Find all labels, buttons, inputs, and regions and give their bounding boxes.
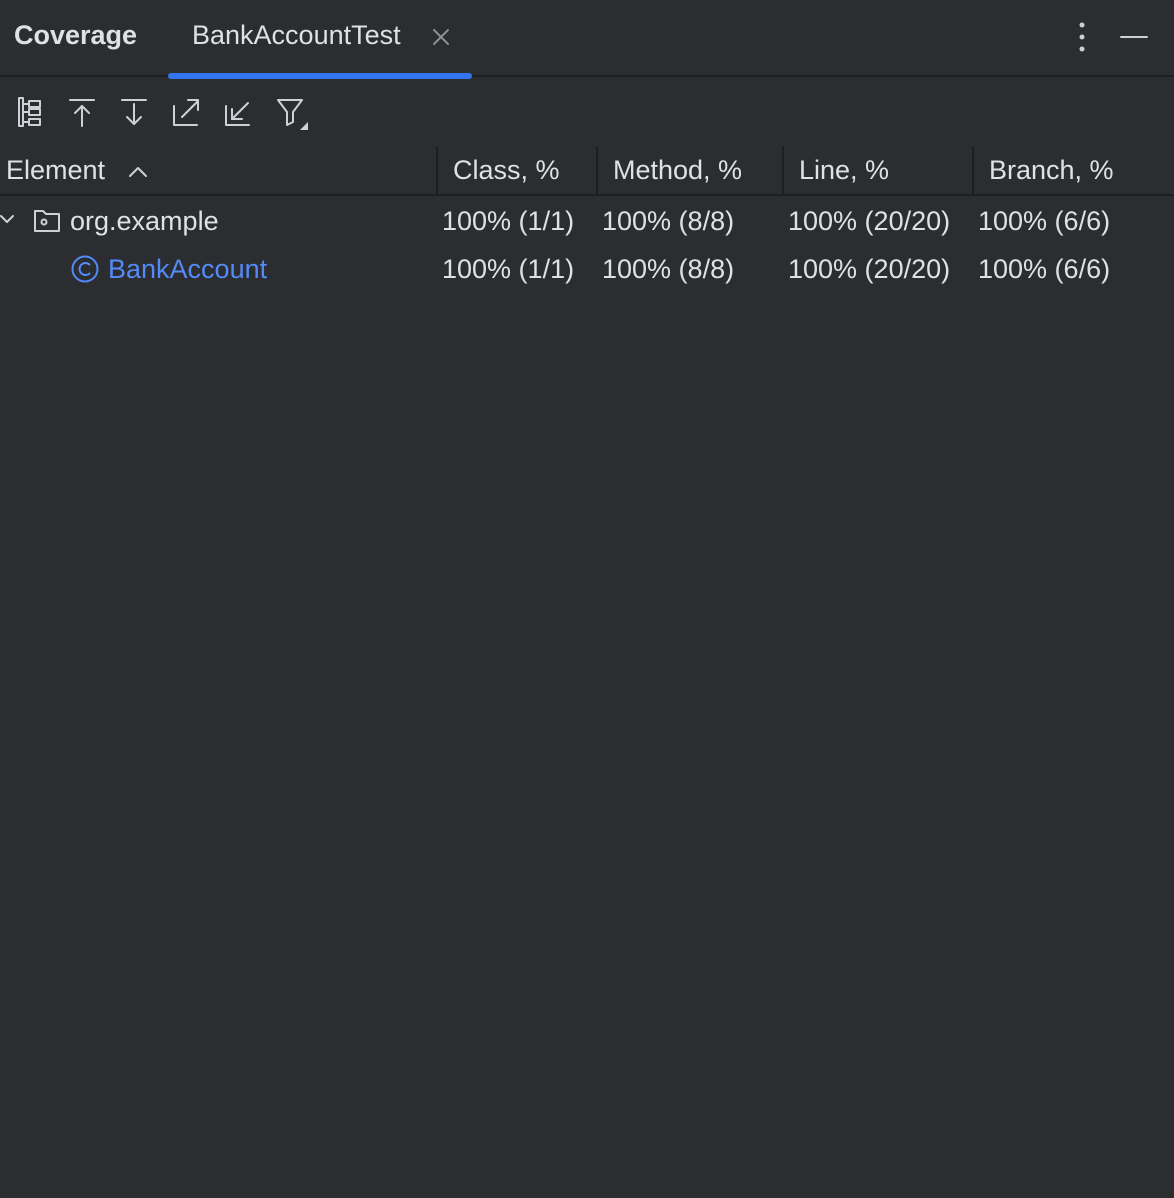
row-line-coverage: 100% (20/20)	[788, 254, 951, 284]
filter-icon[interactable]	[272, 92, 312, 132]
coverage-toolbar	[0, 88, 1174, 136]
row-element-name: org.example	[70, 206, 219, 236]
coverage-tool-window: Coverage BankAccountTest Element Class, …	[0, 0, 1174, 1198]
row-element-name[interactable]: BankAccount	[108, 245, 267, 293]
close-icon[interactable]	[430, 26, 452, 48]
column-header-label: Method, %	[613, 155, 743, 185]
column-header-element[interactable]: Element	[0, 146, 437, 194]
flatten-packages-icon[interactable]	[10, 92, 50, 132]
row-method-coverage: 100% (8/8)	[602, 206, 735, 236]
column-header-class[interactable]: Class, %	[436, 146, 597, 194]
row-class-coverage: 100% (1/1)	[442, 254, 575, 284]
row-class-coverage: 100% (1/1)	[442, 206, 575, 236]
more-options-icon[interactable]	[1068, 20, 1096, 54]
class-icon	[70, 245, 100, 293]
sort-ascending-icon	[127, 165, 149, 179]
column-header-label: Class, %	[453, 155, 560, 185]
minimize-icon[interactable]	[1118, 22, 1150, 52]
tab-label: BankAccountTest	[192, 20, 401, 50]
table-row[interactable]: BankAccount 100% (1/1) 100% (8/8) 100% (…	[0, 245, 1174, 293]
column-header-method[interactable]: Method, %	[596, 146, 783, 194]
active-tab-indicator	[168, 73, 472, 79]
coverage-table-header: Element Class, % Method, % Line, % Branc…	[0, 146, 1174, 196]
navigate-in-icon[interactable]	[218, 92, 258, 132]
tool-window-title: Coverage	[14, 20, 138, 50]
column-header-label: Line, %	[799, 155, 890, 185]
column-header-branch[interactable]: Branch, %	[972, 146, 1174, 194]
row-branch-coverage: 100% (6/6)	[978, 254, 1111, 284]
navigate-out-icon[interactable]	[166, 92, 206, 132]
go-up-icon[interactable]	[62, 92, 102, 132]
row-branch-coverage: 100% (6/6)	[978, 206, 1111, 236]
go-down-icon[interactable]	[114, 92, 154, 132]
column-header-line[interactable]: Line, %	[782, 146, 973, 194]
column-header-label: Element	[6, 155, 106, 185]
table-row[interactable]: org.example 100% (1/1) 100% (8/8) 100% (…	[0, 197, 1174, 245]
row-method-coverage: 100% (8/8)	[602, 254, 735, 284]
package-folder-icon	[32, 197, 62, 245]
expand-chevron-icon[interactable]	[0, 197, 16, 245]
column-header-label: Branch, %	[989, 155, 1114, 185]
tab-bankaccounttest[interactable]: BankAccountTest	[168, 0, 472, 79]
row-line-coverage: 100% (20/20)	[788, 206, 951, 236]
tool-window-header: Coverage BankAccountTest	[0, 0, 1174, 79]
